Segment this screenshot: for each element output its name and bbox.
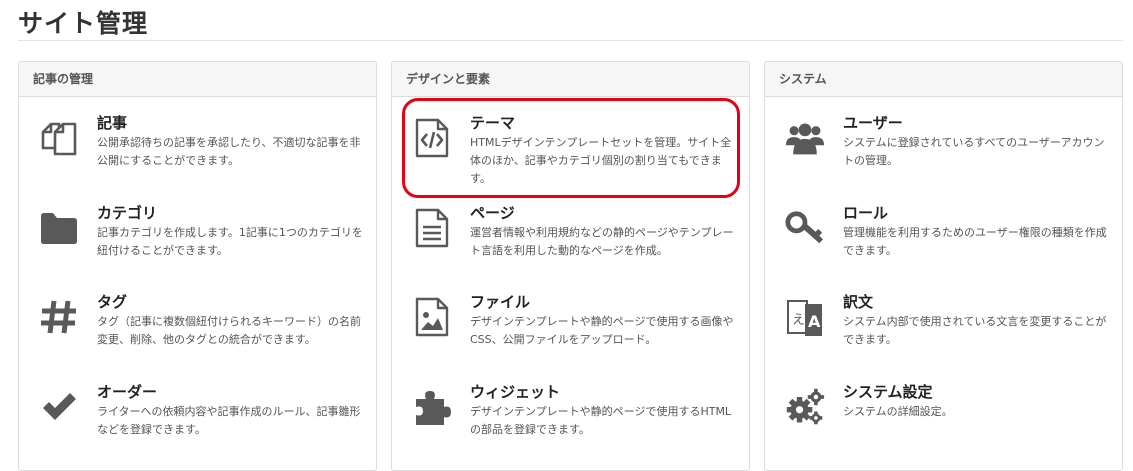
item-title: ファイル [470, 293, 531, 311]
menu-item-files[interactable]: ファイル デザインテンプレートや静的ページで使用する画像やCSS、公開ファイルを… [392, 291, 749, 371]
document-icon [412, 206, 452, 250]
panel-header: システム [765, 62, 1122, 97]
item-description: 公開承認待ちの記事を承認したり、不適切な記事を非公開にすることができます。 [97, 136, 361, 167]
code-file-icon [412, 116, 452, 160]
item-title: ユーザー [843, 114, 903, 132]
hash-icon [39, 295, 79, 339]
panel-design-elements: デザインと要素 テーマ HTMLデザインテンプレートセットを管理。サイト全体のほ… [391, 61, 750, 471]
item-description: デザインテンプレートや静的ページで使用するHTMLの部品を登録できます。 [470, 405, 732, 436]
item-title: ウィジェット [470, 383, 561, 401]
menu-item-system-settings[interactable]: システム設定 システムの詳細設定。 [765, 381, 1122, 461]
puzzle-icon [412, 385, 452, 429]
menu-item-tags[interactable]: タグ タグ（記事に複数個紐付けられるキーワード）の名前変更、削除、他のタグとの統… [19, 291, 376, 371]
item-description: システムの詳細設定。 [843, 405, 953, 418]
item-description: ライターへの依頼内容や記事作成のルール、記事雛形などを登録できます。 [97, 405, 361, 436]
menu-item-widgets[interactable]: ウィジェット デザインテンプレートや静的ページで使用するHTMLの部品を登録でき… [392, 381, 749, 461]
item-title: 訳文 [843, 293, 874, 311]
panel-header: 記事の管理 [19, 62, 376, 97]
menu-item-pages[interactable]: ページ 運営者情報や利用規約などの静的ページやテンプレート言語を利用した動的なペ… [392, 202, 749, 282]
item-description: 運営者情報や利用規約などの静的ページやテンプレート言語を利用した動的なページを作… [470, 226, 734, 257]
item-title: システム設定 [843, 383, 933, 401]
check-icon [39, 385, 79, 429]
item-title: テーマ [470, 114, 516, 132]
users-icon [785, 116, 825, 160]
item-description: タグ（記事に複数個紐付けられるキーワード）の名前変更、削除、他のタグとの統合がで… [97, 315, 361, 346]
item-description: デザインテンプレートや静的ページで使用する画像やCSS、公開ファイルをアップロー… [470, 315, 734, 346]
title-divider [18, 40, 1123, 41]
item-title: ロール [843, 204, 889, 222]
svg-text:え: え [792, 313, 805, 328]
menu-item-orders[interactable]: オーダー ライターへの依頼内容や記事作成のルール、記事雛形などを登録できます。 [19, 381, 376, 461]
item-title: タグ [97, 293, 128, 311]
menu-item-users[interactable]: ユーザー システムに登録されているすべてのユーザーアカウントの管理。 [765, 112, 1122, 192]
menu-item-themes[interactable]: テーマ HTMLデザインテンプレートセットを管理。サイト全体のほか、記事やカテゴ… [392, 112, 749, 192]
menu-item-roles[interactable]: ロール 管理機能を利用するためのユーザー権限の種類を作成できます。 [765, 202, 1122, 282]
item-title: カテゴリ [97, 204, 158, 222]
folder-icon [39, 206, 79, 250]
page-title: サイト管理 [18, 9, 149, 38]
item-description: 記事カテゴリを作成します。1記事に1つのカテゴリを紐付けることができます。 [97, 226, 363, 257]
gears-icon [785, 385, 825, 429]
menu-item-categories[interactable]: カテゴリ 記事カテゴリを作成します。1記事に1つのカテゴリを紐付けることができま… [19, 202, 376, 282]
panel-header: デザインと要素 [392, 62, 749, 97]
panel-article-management: 記事の管理 記事 公開承認待ちの記事を承認したり、不適切な記事を非公開にすること… [18, 61, 377, 471]
image-file-icon [412, 295, 452, 339]
menu-item-translations[interactable]: え A 訳文 システム内部で使用されている文言を変更することができます。 [765, 291, 1122, 371]
item-title: オーダー [97, 383, 158, 401]
copy-icon [39, 116, 79, 160]
item-description: システム内部で使用されている文言を変更することができます。 [843, 315, 1107, 346]
item-description: システムに登録されているすべてのユーザーアカウントの管理。 [843, 136, 1105, 167]
item-title: ページ [470, 204, 515, 222]
item-description: 管理機能を利用するためのユーザー権限の種類を作成できます。 [843, 226, 1107, 257]
svg-text:A: A [808, 312, 821, 331]
panel-system: システム ユーザー システムに登録されているすべてのユーザーアカウントの管理。 … [764, 61, 1123, 471]
item-title: 記事 [97, 114, 128, 132]
translate-icon: え A [785, 295, 825, 339]
key-icon [785, 206, 825, 250]
item-description: HTMLデザインテンプレートセットを管理。サイト全体のほか、記事やカテゴリ個別の… [470, 136, 732, 185]
menu-item-articles[interactable]: 記事 公開承認待ちの記事を承認したり、不適切な記事を非公開にすることができます。 [19, 112, 376, 192]
